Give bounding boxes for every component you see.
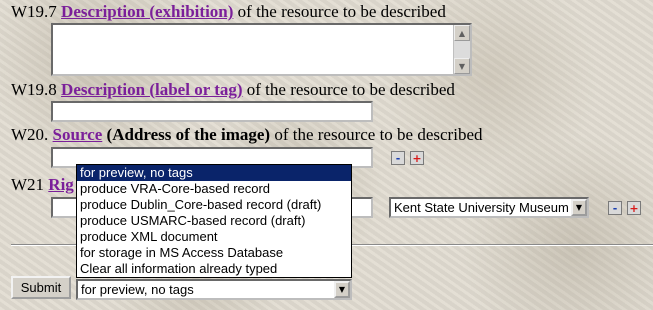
plus-icon: + [629,201,639,215]
plus-icon: + [412,151,422,165]
w21-label: W21 Rig [11,175,74,195]
dropdown-option[interactable]: produce VRA-Core-based record [77,181,351,197]
w20-remove-button[interactable]: - [391,151,405,165]
w19-8-number: W19.8 [11,80,57,99]
output-format-dropdown-list[interactable]: for preview, no tags produce VRA-Core-ba… [76,164,352,278]
textarea-scrollbar[interactable]: ▲ ▼ [453,25,470,74]
dropdown-option[interactable]: produce Dublin_Core-based record (draft) [77,197,351,213]
w19-8-label: W19.8 Description (label or tag) of the … [11,80,455,100]
w19-8-suffix: of the resource to be described [246,80,455,99]
w19-8-link[interactable]: Description (label or tag) [61,80,242,99]
w20-bold-text: (Address of the image) [106,125,271,144]
w20-suffix: of the resource to be described [274,125,483,144]
scroll-up-arrow-icon[interactable]: ▲ [454,25,470,41]
w19-8-input[interactable] [51,101,373,122]
w21-add-button[interactable]: + [627,201,641,215]
output-format-select[interactable]: for preview, no tags ▼ [76,279,352,300]
w19-7-textarea[interactable]: ▲ ▼ [51,23,472,76]
w20-number: W20. [11,125,49,144]
w21-institution-select[interactable]: Kent State University Museum ▼ [389,197,589,218]
dropdown-arrow-icon[interactable]: ▼ [571,199,587,216]
dropdown-option[interactable]: for preview, no tags [77,165,351,181]
w19-7-number: W19.7 [11,2,57,21]
minus-icon: - [395,151,401,165]
w20-label: W20. Source (Address of the image) of th… [11,125,483,145]
dropdown-option[interactable]: for storage in MS Access Database [77,245,351,261]
scroll-down-arrow-icon[interactable]: ▼ [454,58,470,74]
submit-button[interactable]: Submit [11,276,71,299]
w19-7-suffix: of the resource to be described [237,2,446,21]
w21-link[interactable]: Rig [48,175,74,194]
w21-number: W21 [11,175,45,194]
dropdown-option[interactable]: produce XML document [77,229,351,245]
dropdown-option[interactable]: produce USMARC-based record (draft) [77,213,351,229]
w20-link[interactable]: Source [53,125,103,144]
w19-7-link[interactable]: Description (exhibition) [61,2,233,21]
minus-icon: - [612,201,618,215]
w21-remove-button[interactable]: - [608,201,622,215]
w19-7-label: W19.7 Description (exhibition) of the re… [11,2,446,22]
dropdown-arrow-icon[interactable]: ▼ [334,281,350,298]
dropdown-option[interactable]: Clear all information already typed [77,261,351,277]
w21-select-value: Kent State University Museum [394,200,569,215]
output-format-value: for preview, no tags [81,282,194,297]
w20-add-button[interactable]: + [410,151,424,165]
